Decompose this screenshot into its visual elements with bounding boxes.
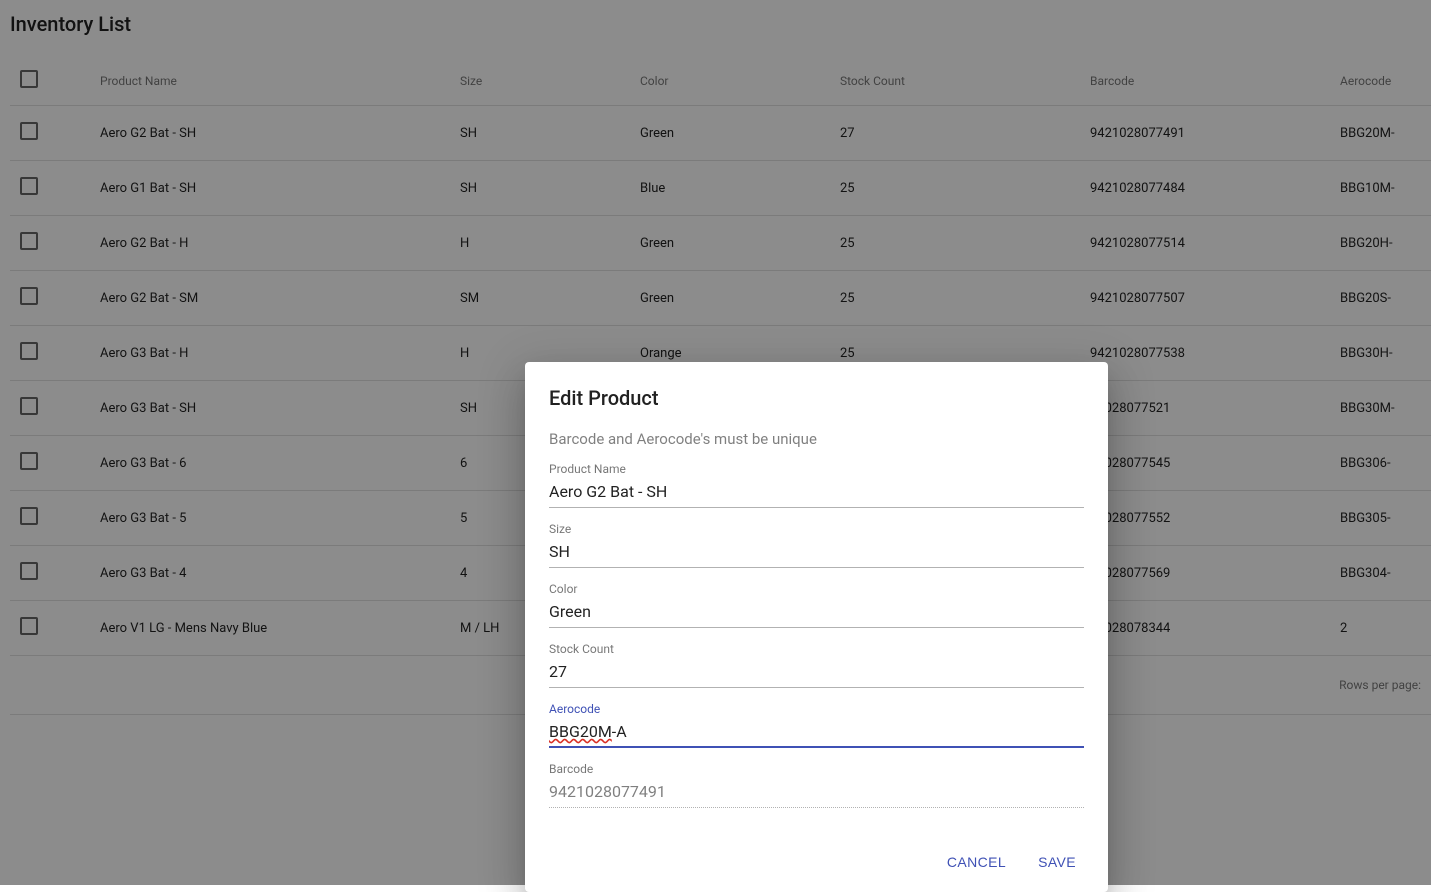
edit-product-dialog: Edit Product Barcode and Aerocode's must…	[525, 362, 1108, 892]
aerocode-label: Aerocode	[549, 702, 1084, 716]
dialog-subtitle: Barcode and Aerocode's must be unique	[549, 430, 1084, 448]
aerocode-input[interactable]: BBG20M-A	[549, 720, 1084, 748]
color-label: Color	[549, 582, 1084, 596]
product-name-input[interactable]	[549, 480, 1084, 508]
product-name-label: Product Name	[549, 462, 1084, 476]
save-button[interactable]: SAVE	[1034, 848, 1080, 876]
stock-count-input[interactable]	[549, 660, 1084, 688]
color-input[interactable]	[549, 600, 1084, 628]
barcode-input	[549, 780, 1084, 808]
size-input[interactable]	[549, 540, 1084, 568]
stock-count-label: Stock Count	[549, 642, 1084, 656]
size-label: Size	[549, 522, 1084, 536]
dialog-title: Edit Product	[549, 386, 1084, 410]
barcode-label: Barcode	[549, 762, 1084, 776]
cancel-button[interactable]: CANCEL	[943, 848, 1010, 876]
